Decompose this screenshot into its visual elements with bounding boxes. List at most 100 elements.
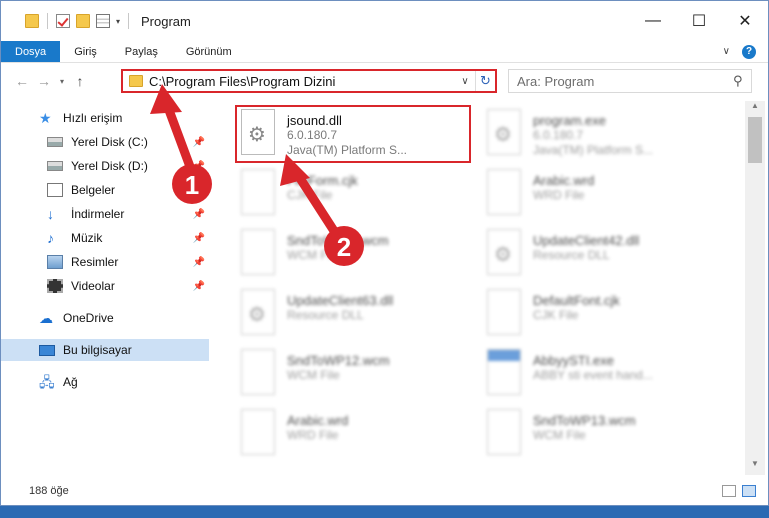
tab-view[interactable]: Görünüm (172, 41, 246, 62)
file-item[interactable]: program.exe 6.0.180.7 Java(TM) Platform … (481, 105, 721, 159)
scroll-up-arrow-icon[interactable]: ▲ (745, 101, 765, 117)
nav-item-pictures[interactable]: Resimler 📌 (1, 251, 209, 273)
details-view-icon[interactable] (722, 485, 736, 497)
address-dropdown-chevron-icon[interactable]: ∨ (455, 76, 475, 87)
scroll-down-arrow-icon[interactable]: ▼ (745, 459, 765, 475)
pin-icon[interactable]: 📌 (193, 209, 205, 220)
file-item[interactable]: SndToWP12.wcm WCM File (235, 345, 475, 399)
tab-share[interactable]: Paylaş (111, 41, 172, 62)
help-icon[interactable]: ? (742, 44, 756, 59)
file-item[interactable]: Arabic.wrd WRD File (235, 405, 475, 459)
cloud-icon: ☁ (39, 310, 53, 326)
scrollbar-thumb[interactable] (748, 117, 762, 163)
maximize-button[interactable]: ☐ (676, 1, 722, 41)
vertical-scrollbar[interactable]: ▲ ▼ (745, 101, 765, 475)
close-button[interactable]: ✕ (722, 1, 768, 41)
forward-arrow-icon[interactable]: → (33, 73, 55, 89)
file-item[interactable]: UpdateClient63.dll Resource DLL (235, 285, 475, 339)
file-icon (241, 229, 275, 275)
file-type: WCM File (287, 368, 340, 382)
file-name: Arabic.wrd (287, 413, 349, 428)
nav-item-documents[interactable]: Belgeler 📌 (1, 179, 209, 201)
nav-item-label: OneDrive (63, 311, 114, 325)
nav-item-local-disk-d[interactable]: Yerel Disk (D:) 📌 (1, 155, 209, 177)
status-bar: 188 öğe (1, 477, 768, 505)
nav-item-label: Resimler (71, 255, 119, 269)
nav-item-label: İndirmeler (71, 207, 125, 221)
recent-locations-chevron-icon[interactable]: ▾ (55, 77, 69, 86)
nav-item-label: Hızlı erişim (63, 111, 123, 125)
file-type: CJK File (533, 308, 579, 322)
file-item[interactable]: SndToWP11.wcm WCM File (235, 225, 475, 279)
file-icon (487, 289, 521, 335)
file-item[interactable]: Arabic.wrd WRD File (481, 165, 721, 219)
tab-file[interactable]: Dosya (1, 41, 61, 62)
pictures-icon (47, 255, 63, 269)
nav-item-quick-access[interactable]: ★ Hızlı erişim (1, 107, 209, 129)
star-icon: ★ (39, 110, 52, 126)
new-folder-icon[interactable] (76, 14, 90, 28)
pin-icon[interactable]: 📌 (193, 137, 205, 148)
videos-icon (47, 279, 63, 293)
file-type: WRD File (533, 188, 585, 202)
file-type: CJK File (287, 188, 333, 202)
pin-icon[interactable]: 📌 (193, 161, 205, 172)
nav-item-videos[interactable]: Videolar 📌 (1, 275, 209, 297)
back-arrow-icon[interactable]: ← (11, 73, 33, 89)
file-name: FileForm.cjk (287, 173, 358, 188)
nav-item-network[interactable]: 🖧 Ağ (1, 371, 209, 393)
pin-icon[interactable]: 📌 (193, 233, 205, 244)
up-arrow-icon[interactable]: ↑ (69, 73, 91, 89)
file-type: WCM File (533, 428, 586, 442)
rename-icon[interactable] (96, 14, 110, 28)
file-item[interactable]: AbbyySTI.exe ABBY sti event hand... (481, 345, 721, 399)
search-input[interactable]: Ara: Program (517, 74, 733, 89)
ribbon-tabs: Dosya Giriş Paylaş Görünüm ∨ ? (1, 41, 768, 63)
pin-icon[interactable]: 📌 (193, 281, 205, 292)
dll-file-icon (487, 229, 521, 275)
file-name: SndToWP12.wcm (287, 353, 390, 368)
expand-ribbon-chevron-icon[interactable]: ∨ (723, 46, 730, 57)
file-item[interactable]: UpdateClient42.dll Resource DLL (481, 225, 721, 279)
folder-icon (25, 14, 39, 28)
download-icon: ↓ (47, 206, 54, 222)
large-icons-view-icon[interactable] (742, 485, 756, 497)
properties-check-icon[interactable] (56, 14, 70, 28)
address-path[interactable]: C:\Program Files\Program Dizini (149, 74, 455, 89)
search-icon[interactable]: ⚲ (733, 73, 751, 89)
computer-icon (39, 344, 55, 356)
file-name: SndToWP11.wcm (287, 233, 389, 248)
minimize-button[interactable]: — (630, 1, 676, 41)
file-item[interactable]: SndToWP13.wcm WCM File (481, 405, 721, 459)
file-name: UpdateClient63.dll (287, 293, 394, 308)
file-type: ABBY sti event hand... (533, 368, 653, 382)
tab-home[interactable]: Giriş (60, 41, 111, 62)
nav-item-downloads[interactable]: ↓ İndirmeler 📌 (1, 203, 209, 225)
search-box[interactable]: Ara: Program ⚲ (508, 69, 752, 93)
file-icon (241, 349, 275, 395)
file-name: program.exe (533, 113, 606, 128)
file-version: 6.0.180.7 (533, 128, 584, 142)
pin-icon[interactable]: 📌 (193, 185, 205, 196)
file-name: DefaultFont.cjk (533, 293, 620, 308)
pin-icon[interactable]: 📌 (193, 257, 205, 268)
nav-item-local-disk-c[interactable]: Yerel Disk (C:) 📌 (1, 131, 209, 153)
folder-icon (129, 75, 143, 87)
exe-file-icon (487, 109, 521, 155)
file-name: SndToWP13.wcm (533, 413, 636, 428)
customize-qat-chevron-icon[interactable]: ▾ (116, 17, 120, 26)
nav-item-label: Ağ (63, 375, 78, 389)
file-icon (487, 169, 521, 215)
file-item[interactable]: FileForm.cjk CJK File (235, 165, 475, 219)
address-bar[interactable]: C:\Program Files\Program Dizini ∨ ↻ (121, 69, 497, 93)
navigation-bar: ← → ▾ ↑ C:\Program Files\Program Dizini … (1, 63, 768, 99)
file-item[interactable]: DefaultFont.cjk CJK File (481, 285, 721, 339)
file-type: Resource DLL (533, 248, 610, 262)
nav-item-label: Videolar (71, 279, 115, 293)
nav-item-music[interactable]: ♪ Müzik 📌 (1, 227, 209, 249)
file-name: UpdateClient42.dll (533, 233, 640, 248)
refresh-icon[interactable]: ↻ (475, 71, 495, 91)
file-type: WCM File (287, 248, 340, 262)
nav-item-onedrive[interactable]: ☁ OneDrive (1, 307, 209, 329)
nav-item-this-pc[interactable]: Bu bilgisayar (1, 339, 209, 361)
